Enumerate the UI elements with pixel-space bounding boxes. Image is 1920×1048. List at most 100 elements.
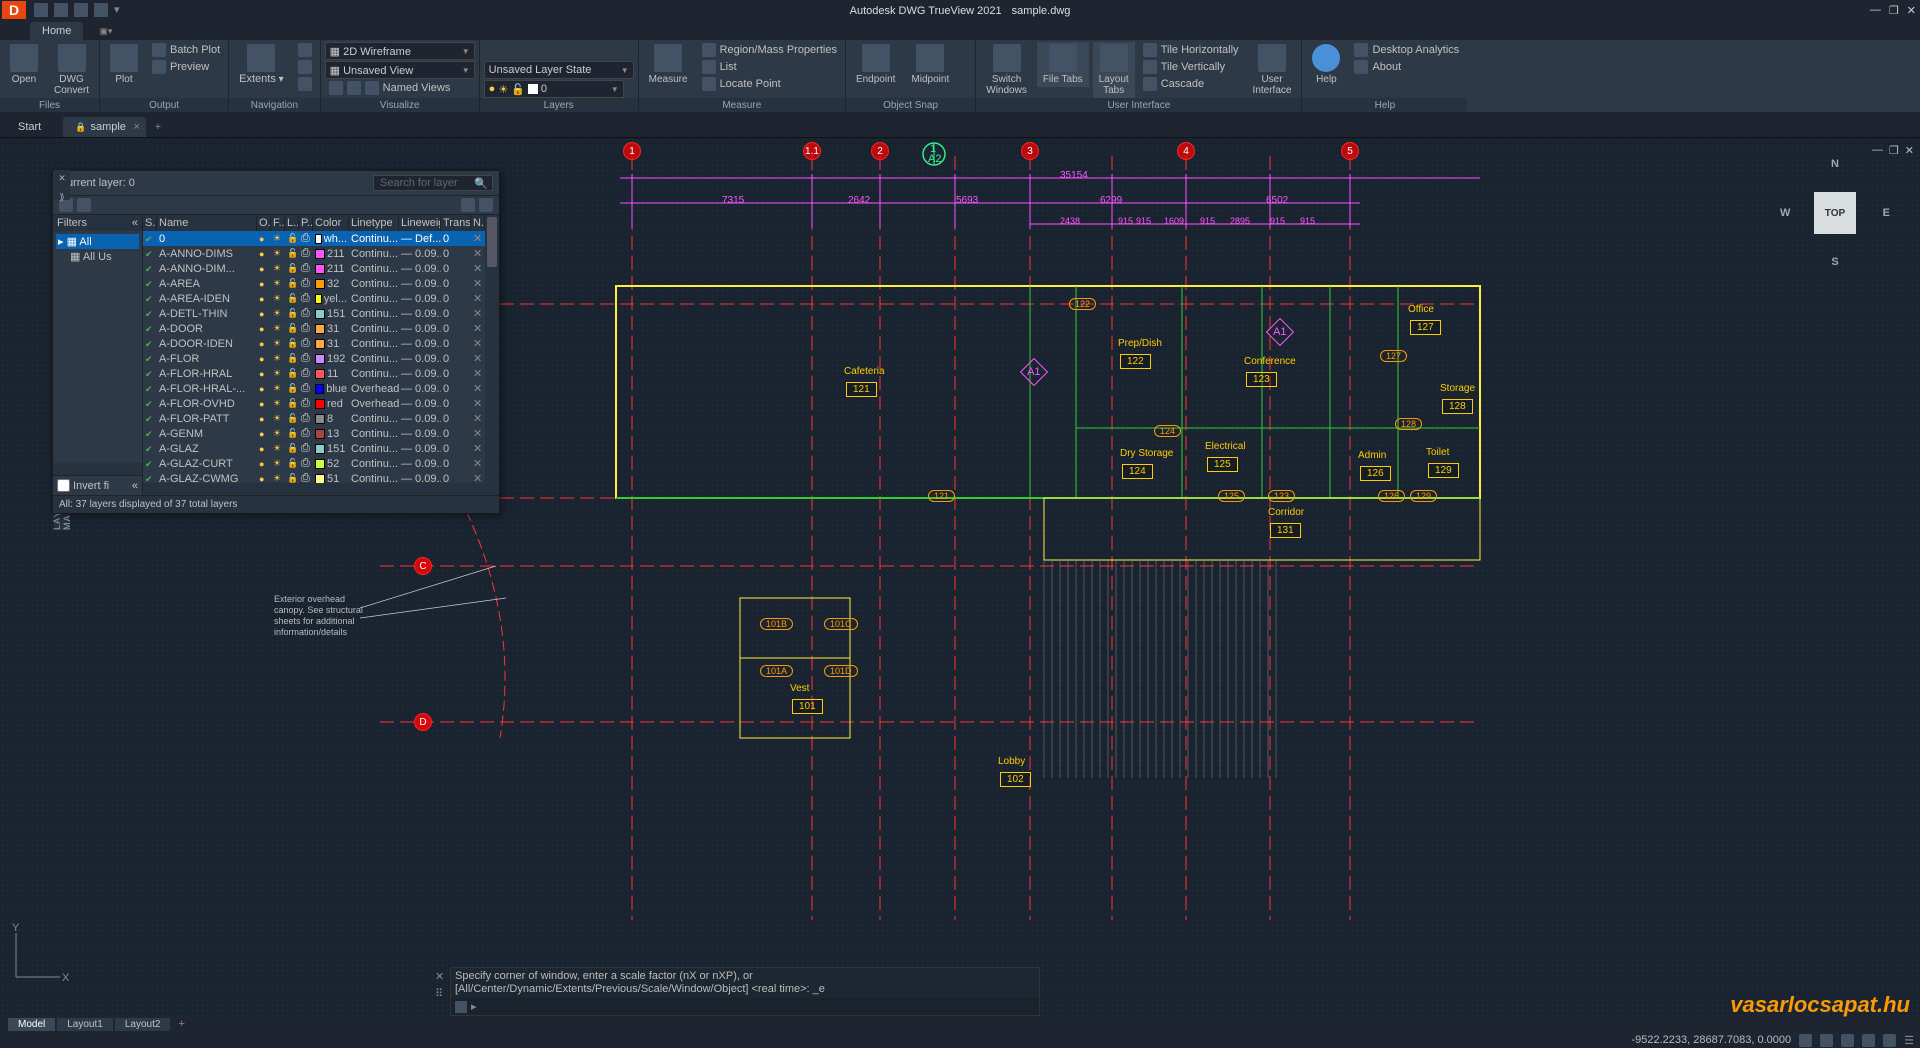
layer-row[interactable]: A-FLOR-HRAL-... ● ☀ 🔓 ⎙ blue Overhead — … bbox=[143, 381, 485, 396]
analytics-button[interactable]: Desktop Analytics bbox=[1350, 42, 1463, 58]
help-button[interactable]: Help bbox=[1306, 42, 1346, 87]
palette-close-icon[interactable]: ✕ bbox=[58, 173, 66, 184]
layer-state-icon[interactable] bbox=[506, 42, 524, 60]
plot-button[interactable]: Plot bbox=[104, 42, 144, 87]
layer-h-scrollbar[interactable] bbox=[143, 483, 485, 495]
sb-anno-icon[interactable] bbox=[1862, 1034, 1875, 1047]
filter-scrollbar[interactable] bbox=[53, 463, 142, 475]
filter-all[interactable]: ▸ ▦ All bbox=[56, 234, 139, 249]
layer-settings-icon[interactable] bbox=[77, 198, 91, 212]
cmdline-close-icon[interactable]: ✕ bbox=[435, 970, 444, 983]
named-views-icon[interactable] bbox=[365, 81, 379, 95]
tab-model[interactable]: Model bbox=[8, 1018, 55, 1031]
view-icon-1[interactable] bbox=[329, 81, 343, 95]
pan-button[interactable] bbox=[294, 42, 316, 58]
layer-row[interactable]: A-AREA ● ☀ 🔓 ⎙ 32 Continu... — 0.09... 0… bbox=[143, 276, 485, 291]
cascade-button[interactable]: Cascade bbox=[1139, 76, 1243, 92]
preview-button[interactable]: Preview bbox=[148, 59, 224, 75]
close-tab-icon[interactable]: × bbox=[133, 121, 139, 133]
add-layout-button[interactable]: + bbox=[172, 1018, 190, 1030]
measure-button[interactable]: Measure bbox=[643, 42, 694, 87]
cmdline-handle-icon[interactable]: ⠿ bbox=[435, 987, 444, 1000]
tab-collapse[interactable]: ▣▾ bbox=[83, 22, 124, 40]
layer-freeze-icon[interactable] bbox=[528, 42, 546, 60]
tab-sample[interactable]: 🔒sample× bbox=[63, 117, 146, 137]
nav-arrow-button[interactable] bbox=[294, 76, 316, 92]
layer-row[interactable]: A-DOOR ● ☀ 🔓 ⎙ 31 Continu... — 0.09... 0… bbox=[143, 321, 485, 336]
layer-row[interactable]: A-FLOR-HRAL ● ☀ 🔓 ⎙ 11 Continu... — 0.09… bbox=[143, 366, 485, 381]
layer-state-select[interactable]: Unsaved Layer State▼ bbox=[484, 61, 634, 79]
layer-select[interactable]: ●☀🔓0 ▼ bbox=[484, 80, 624, 98]
layer-row[interactable]: A-AREA-IDEN ● ☀ 🔓 ⎙ yel... Continu... — … bbox=[143, 291, 485, 306]
layer-row[interactable]: 0 ● ☀ 🔓 ⎙ wh... Continu... — Def... 0 ✕ bbox=[143, 231, 485, 246]
tab-home[interactable]: Home bbox=[30, 22, 83, 40]
layer-row[interactable]: A-FLOR-PATT ● ☀ 🔓 ⎙ 8 Continu... — 0.09.… bbox=[143, 411, 485, 426]
layer-row[interactable]: A-DOOR-IDEN ● ☀ 🔓 ⎙ 31 Continu... — 0.09… bbox=[143, 336, 485, 351]
list-button[interactable]: List bbox=[698, 59, 841, 75]
qat-open-icon[interactable] bbox=[34, 3, 48, 17]
view-select[interactable]: ▦ Unsaved View▼ bbox=[325, 61, 475, 79]
layout-tabs-button[interactable]: Layout Tabs bbox=[1093, 42, 1135, 98]
palette-pin-icon[interactable]: ⟫ bbox=[59, 192, 64, 203]
viewport-close-icon[interactable]: ✕ bbox=[1905, 144, 1914, 157]
view-cube[interactable]: N S E W TOP bbox=[1780, 158, 1890, 268]
quick-access-toolbar[interactable]: ▾ bbox=[34, 3, 128, 17]
region-mass-button[interactable]: Region/Mass Properties bbox=[698, 42, 841, 58]
zoom-extents-button[interactable]: Extents ▾ bbox=[233, 42, 290, 87]
user-interface-button[interactable]: User Interface bbox=[1247, 42, 1298, 98]
filter-all-used[interactable]: ▦ All Us bbox=[56, 249, 139, 264]
qat-arrow-icon[interactable]: ▾ bbox=[114, 3, 128, 17]
tab-layout1[interactable]: Layout1 bbox=[57, 1018, 113, 1031]
minimize-button[interactable]: — bbox=[1870, 4, 1881, 17]
layer-row[interactable]: A-GLAZ ● ☀ 🔓 ⎙ 151 Continu... — 0.09... … bbox=[143, 441, 485, 456]
new-tab-button[interactable]: + bbox=[148, 117, 168, 137]
locate-point-button[interactable]: Locate Point bbox=[698, 76, 841, 92]
viewport-max-icon[interactable]: ❐ bbox=[1889, 144, 1899, 157]
expand-filters-icon[interactable]: « bbox=[132, 480, 138, 492]
layer-row[interactable]: A-GLAZ-CWMG ● ☀ 🔓 ⎙ 51 Continu... — 0.09… bbox=[143, 471, 485, 483]
layer-row[interactable]: A-FLOR ● ☀ 🔓 ⎙ 192 Continu... — 0.09... … bbox=[143, 351, 485, 366]
command-line[interactable]: ✕⠿ Specify corner of window, enter a sca… bbox=[450, 967, 1040, 1016]
tab-start[interactable]: Start bbox=[6, 117, 61, 137]
qat-plot-icon[interactable] bbox=[54, 3, 68, 17]
visual-style-select[interactable]: ▦ 2D Wireframe▼ bbox=[325, 42, 475, 60]
viewport-min-icon[interactable]: — bbox=[1872, 144, 1883, 157]
layer-prop-icon[interactable] bbox=[484, 42, 502, 60]
refresh-icon[interactable] bbox=[461, 198, 475, 212]
file-tabs-button[interactable]: File Tabs bbox=[1037, 42, 1089, 87]
named-views-button[interactable]: Named Views bbox=[383, 82, 451, 94]
tile-h-button[interactable]: Tile Horizontally bbox=[1139, 42, 1243, 58]
restore-button[interactable]: ❐ bbox=[1889, 4, 1899, 17]
layer-list-header[interactable]: S..Name O..F.. L..P.. ColorLinetype Line… bbox=[143, 215, 485, 231]
layer-row[interactable]: A-FLOR-OVHD ● ☀ 🔓 ⎙ red Overhead — 0.09.… bbox=[143, 396, 485, 411]
snap-endpoint[interactable]: Endpoint bbox=[850, 42, 901, 87]
close-button[interactable]: ✕ bbox=[1907, 4, 1916, 17]
sb-snap-icon[interactable] bbox=[1820, 1034, 1833, 1047]
about-button[interactable]: About bbox=[1350, 59, 1463, 75]
tab-layout2[interactable]: Layout2 bbox=[115, 1018, 171, 1031]
orbit-button[interactable] bbox=[294, 59, 316, 75]
qat-undo-icon[interactable] bbox=[74, 3, 88, 17]
qat-redo-icon[interactable] bbox=[94, 3, 108, 17]
layer-search-input[interactable]: Search for layer🔍 bbox=[373, 175, 493, 191]
switch-windows-button[interactable]: Switch Windows bbox=[980, 42, 1033, 98]
sb-menu-icon[interactable]: ☰ bbox=[1904, 1034, 1914, 1047]
snap-midpoint[interactable]: Midpoint bbox=[905, 42, 955, 87]
sb-settings-icon[interactable] bbox=[1883, 1034, 1896, 1047]
invert-filter-checkbox[interactable] bbox=[57, 479, 70, 492]
layer-v-scrollbar[interactable] bbox=[485, 215, 499, 495]
layer-row[interactable]: A-ANNO-DIM... ● ☀ 🔓 ⎙ 211 Continu... — 0… bbox=[143, 261, 485, 276]
layer-row[interactable]: A-ANNO-DIMS ● ☀ 🔓 ⎙ 211 Continu... — 0.0… bbox=[143, 246, 485, 261]
layer-row[interactable]: A-DETL-THIN ● ☀ 🔓 ⎙ 151 Continu... — 0.0… bbox=[143, 306, 485, 321]
settings-icon[interactable] bbox=[479, 198, 493, 212]
open-button[interactable]: Open bbox=[4, 42, 44, 87]
batch-plot-button[interactable]: Batch Plot bbox=[148, 42, 224, 58]
collapse-filters-icon[interactable]: « bbox=[132, 217, 138, 229]
sb-grid-icon[interactable] bbox=[1799, 1034, 1812, 1047]
command-prompt[interactable]: ▸ bbox=[451, 998, 1039, 1015]
viewcube-top[interactable]: TOP bbox=[1814, 192, 1856, 234]
tile-v-button[interactable]: Tile Vertically bbox=[1139, 59, 1243, 75]
sb-scale-icon[interactable] bbox=[1841, 1034, 1854, 1047]
layer-row[interactable]: A-GENM ● ☀ 🔓 ⎙ 13 Continu... — 0.09... 0… bbox=[143, 426, 485, 441]
view-icon-2[interactable] bbox=[347, 81, 361, 95]
